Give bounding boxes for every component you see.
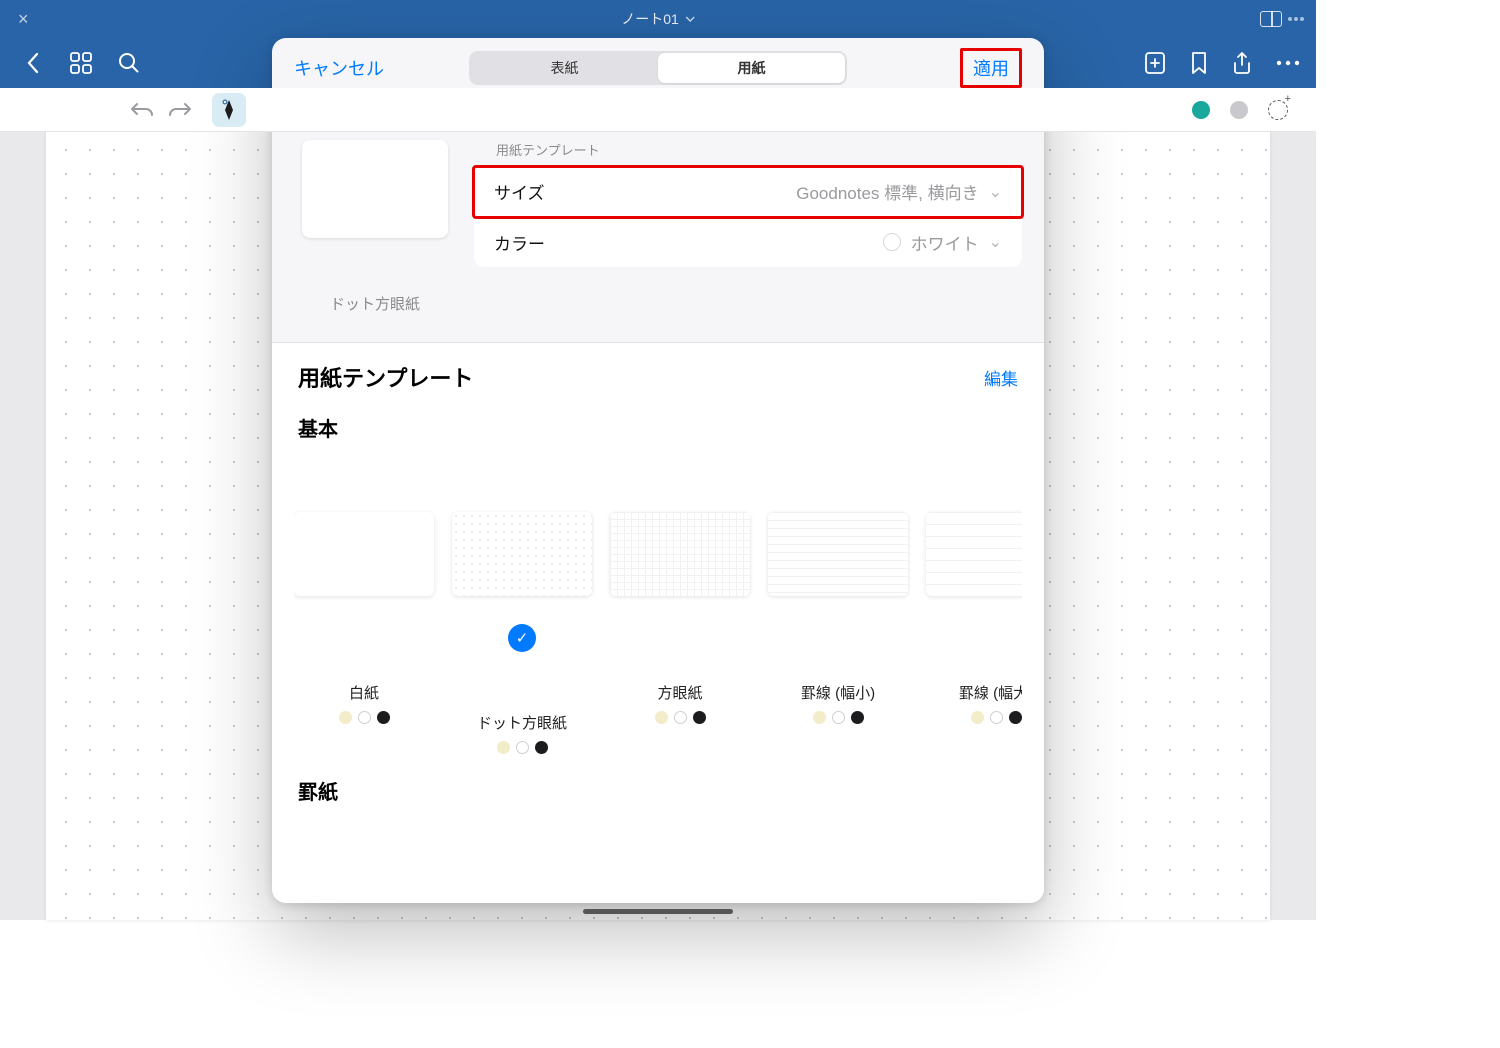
app-status-bar: × ノート01 xyxy=(0,0,1316,38)
note-title-dropdown[interactable]: ノート01 xyxy=(621,9,695,29)
size-value: Goodnotes 標準, 横向き xyxy=(796,179,978,204)
color-swatch-gray[interactable] xyxy=(1230,101,1248,119)
templates-title: 用紙テンプレート xyxy=(298,361,473,393)
color-swatch-teal[interactable] xyxy=(1192,101,1210,119)
editor-toolbar xyxy=(0,88,1316,132)
bookmark-icon[interactable] xyxy=(1190,51,1208,75)
more-dots-icon[interactable] xyxy=(1288,17,1304,21)
note-title-text: ノート01 xyxy=(621,9,679,29)
paper-settings-modal: キャンセル 表紙 用紙 適用 用紙 用紙テンプレート サイズ Goodnotes… xyxy=(272,38,1044,903)
chevron-down-icon xyxy=(685,16,695,22)
cancel-button[interactable]: キャンセル xyxy=(294,55,384,81)
segment-paper[interactable]: 用紙 xyxy=(658,53,845,83)
more-icon[interactable] xyxy=(1276,60,1300,66)
template-item-ruled-large[interactable]: 罫線 (幅大) xyxy=(926,512,1022,754)
undo-icon[interactable] xyxy=(130,101,154,119)
back-button[interactable] xyxy=(16,46,50,80)
splitscreen-icon[interactable] xyxy=(1260,11,1282,27)
chevron-down-icon: ⌄ xyxy=(989,232,1002,252)
color-swatch-white xyxy=(883,233,901,251)
template-row-basic: 白紙 ✓ ドット方眼紙 方眼紙 罫線 (幅小) xyxy=(294,450,1022,754)
grid-view-icon[interactable] xyxy=(64,46,98,80)
segment-cover[interactable]: 表紙 xyxy=(471,53,658,83)
share-icon[interactable] xyxy=(1232,51,1252,75)
redo-icon[interactable] xyxy=(168,101,192,119)
category-basic: 基本 xyxy=(294,403,1022,450)
home-indicator xyxy=(583,909,733,914)
paper-template-label: 用紙テンプレート xyxy=(474,140,1022,167)
check-icon: ✓ xyxy=(508,624,536,652)
templates-section: 用紙テンプレート 編集 基本 白紙 ✓ ドット方眼紙 方眼紙 xyxy=(272,343,1044,903)
size-row[interactable]: サイズ Goodnotes 標準, 横向き ⌄ xyxy=(474,167,1022,217)
paper-preview-thumb xyxy=(302,140,448,238)
color-label: カラー xyxy=(494,230,545,255)
cover-paper-segment[interactable]: 表紙 用紙 xyxy=(469,51,847,85)
search-icon[interactable] xyxy=(112,46,146,80)
size-label: サイズ xyxy=(494,179,545,204)
template-item-grid[interactable]: 方眼紙 xyxy=(610,512,750,754)
category-ruled: 罫紙 xyxy=(294,754,1022,813)
add-color-button[interactable] xyxy=(1268,100,1288,120)
template-item-ruled-small[interactable]: 罫線 (幅小) xyxy=(768,512,908,754)
chevron-down-icon: ⌄ xyxy=(989,182,1002,202)
color-value: ホワイト xyxy=(911,230,979,255)
apply-button[interactable]: 適用 xyxy=(960,48,1022,88)
color-row[interactable]: カラー ホワイト ⌄ xyxy=(474,217,1022,267)
template-item-dotgrid[interactable]: ✓ ドット方眼紙 xyxy=(452,512,592,754)
edit-button[interactable]: 編集 xyxy=(984,365,1018,390)
pen-tool-button[interactable] xyxy=(212,93,246,127)
current-template-label: ドット方眼紙 xyxy=(272,267,1044,332)
close-icon[interactable]: × xyxy=(12,9,35,30)
template-item-blank[interactable]: 白紙 xyxy=(294,512,434,754)
add-page-icon[interactable] xyxy=(1144,51,1166,75)
